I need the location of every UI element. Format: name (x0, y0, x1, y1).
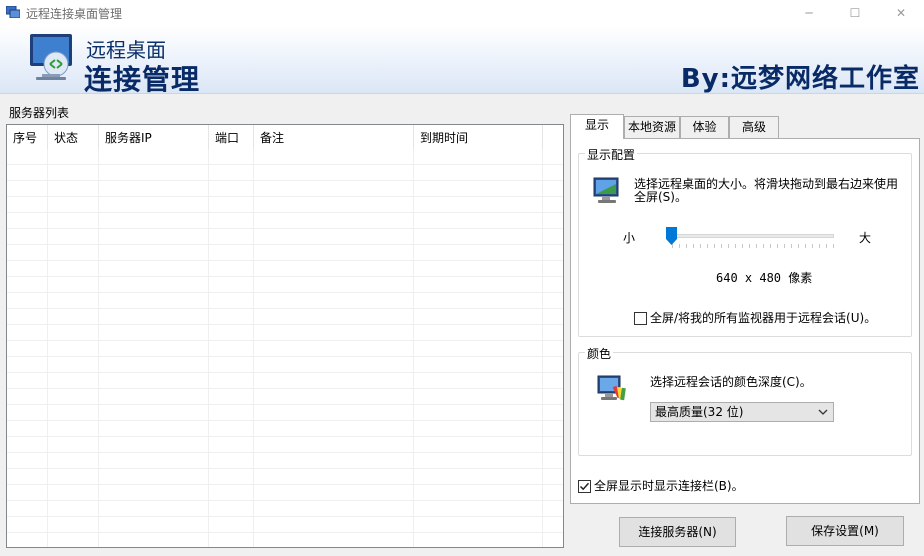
slider-thumb[interactable] (666, 227, 677, 245)
column-divider (542, 149, 543, 547)
column-divider (413, 149, 414, 547)
color-depth-icon (597, 375, 626, 401)
column-header-remark[interactable]: 备注 (254, 125, 414, 149)
remote-desktop-logo-icon (30, 34, 72, 80)
slider-max-label: 大 (859, 231, 872, 245)
column-header-expiry[interactable]: 到期时间 (414, 125, 543, 149)
close-button[interactable]: ✕ (878, 0, 924, 26)
slider-min-label: 小 (623, 231, 636, 245)
color-depth-description: 选择远程会话的颜色深度(C)。 (650, 375, 812, 389)
tab-experience[interactable]: 体验 (680, 116, 729, 138)
column-header-port[interactable]: 端口 (209, 125, 254, 149)
table-header: 序号 状态 服务器IP 端口 备注 到期时间 (7, 125, 563, 149)
column-divider (98, 149, 99, 547)
banner-title: 连接管理 (84, 63, 201, 96)
chevron-down-icon (818, 409, 828, 415)
column-divider (253, 149, 254, 547)
resolution-readout: 640 x 480 像素 (716, 271, 813, 285)
minimize-button[interactable]: ─ (786, 0, 832, 26)
show-connection-bar-label[interactable]: 全屏显示时显示连接栏(B)。 (594, 480, 744, 493)
server-list-label: 服务器列表 (9, 106, 70, 120)
save-settings-button[interactable]: 保存设置(M) (786, 516, 904, 546)
all-monitors-label[interactable]: 全屏/将我的所有监视器用于远程会话(U)。 (650, 312, 876, 325)
tab-local-resources[interactable]: 本地资源 (624, 116, 680, 138)
column-divider (208, 149, 209, 547)
column-header-index[interactable]: 序号 (7, 125, 48, 149)
window-title: 远程连接桌面管理 (26, 7, 123, 21)
column-divider (47, 149, 48, 547)
app-icon (6, 6, 20, 18)
column-header-server-ip[interactable]: 服务器IP (99, 125, 209, 149)
maximize-button[interactable]: ☐ (832, 0, 878, 26)
connect-server-button[interactable]: 连接服务器(N) (619, 517, 736, 547)
tab-display[interactable]: 显示 (570, 114, 624, 139)
all-monitors-checkbox[interactable] (634, 312, 647, 325)
display-size-slider[interactable] (672, 234, 834, 238)
slider-ticks (672, 244, 834, 248)
display-monitor-icon (593, 177, 619, 203)
banner-byline: By:远梦网络工作室 (680, 64, 920, 94)
display-config-title: 显示配置 (585, 146, 638, 163)
show-connection-bar-checkbox[interactable] (578, 480, 591, 493)
display-size-description: 选择远程桌面的大小。将滑块拖动到最右边来使用全屏(S)。 (634, 177, 899, 204)
color-depth-select[interactable]: 最高质量(32 位) (650, 402, 834, 422)
server-list-table[interactable]: 序号 状态 服务器IP 端口 备注 到期时间 (6, 124, 564, 548)
table-body (7, 149, 563, 547)
color-depth-selected-value: 最高质量(32 位) (655, 405, 744, 419)
checkmark-icon (579, 482, 590, 491)
tab-advanced[interactable]: 高级 (729, 116, 779, 138)
title-bar: 远程连接桌面管理 ─ ☐ ✕ (0, 0, 924, 26)
column-header-status[interactable]: 状态 (48, 125, 99, 149)
header-banner: 远程桌面 连接管理 By:远梦网络工作室 (0, 26, 924, 96)
color-group-title: 颜色 (585, 345, 614, 362)
